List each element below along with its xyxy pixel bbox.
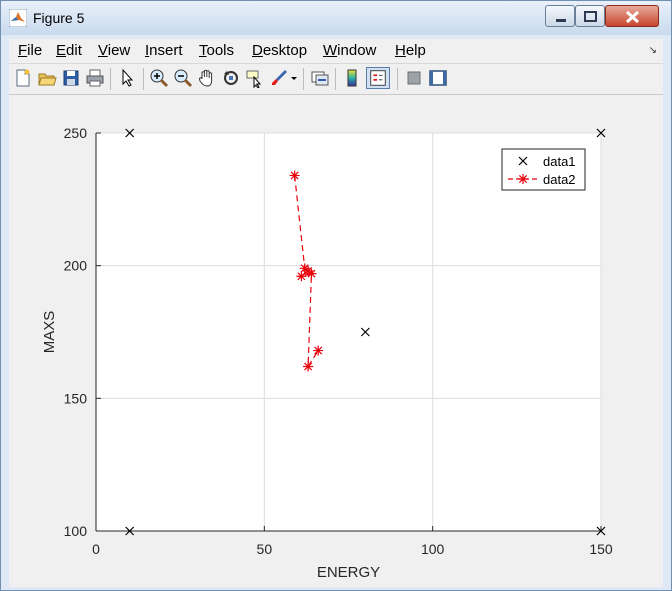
brush-dropdown-icon[interactable] [289,68,299,88]
menu-label-rest: ile [27,42,43,59]
legend-icon[interactable] [366,67,390,89]
print-icon[interactable] [85,68,105,88]
figure-window: Figure 5 ↘ File Edit View Insert Tools Deskto… [0,0,672,591]
menu-item-insert[interactable]: Insert [145,42,183,59]
maximize-button[interactable] [575,5,605,27]
menu-accelerator: D [252,42,263,59]
x-tick-label: 150 [589,541,613,557]
menu-label-rest: ools [206,42,235,59]
zoom-out-icon[interactable] [173,68,193,88]
menu-label-rest: elp [405,42,426,59]
figure-canvas: 0 50 100 150 100 150 200 250 ENERGY MAXS data1 data… [9,95,663,587]
minimize-icon [556,19,566,22]
data2-point [303,361,314,372]
menu-item-tools[interactable]: Tools [199,42,234,59]
y-axis-label: MAXS [41,311,58,354]
legend-data2-marker [518,174,528,184]
menu-item-desktop[interactable]: Desktop [252,42,307,59]
menu-item-edit[interactable]: Edit [56,42,82,59]
data2-point [289,170,300,181]
menu-label-rest: dit [66,42,82,59]
maximize-icon [584,11,597,22]
data2-point [306,268,317,279]
menu-item-view[interactable]: View [98,42,130,59]
plot-area[interactable]: 0 50 100 150 100 150 200 250 ENERGY MAXS data1 data… [9,95,663,587]
matlab-logo-icon [9,9,27,27]
data2-point [296,271,307,282]
new-figure-icon[interactable] [13,68,33,88]
menu-label-rest: esktop [262,42,308,59]
figure-toolbar [9,64,663,95]
y-tick-label: 100 [64,523,88,539]
colorbar-icon[interactable] [342,68,362,88]
menu-item-window[interactable]: Window [323,42,376,59]
x-tick-label: 0 [92,541,100,557]
window-title: Figure 5 [33,10,85,26]
close-icon [625,10,640,24]
menu-accelerator: E [56,42,67,59]
menu-accelerator: V [98,42,108,59]
hide-plot-tools-icon[interactable] [404,68,424,88]
rotate-3d-icon[interactable] [221,68,241,88]
close-button[interactable] [605,5,659,27]
minimize-button[interactable] [545,5,575,27]
legend-data2-label: data2 [543,172,576,187]
legend-data1-label: data1 [543,154,576,169]
menubar-overflow-icon[interactable]: ↘ [649,45,657,56]
save-icon[interactable] [61,68,81,88]
pointer-icon[interactable] [117,68,137,88]
y-tick-label: 250 [64,125,88,141]
menu-bar: ↘ File Edit View Insert Tools Desktop Window He… [9,39,663,64]
data2-point [313,345,324,356]
menu-accelerator: W [323,42,338,59]
menu-label-rest: indow [337,42,377,59]
open-file-icon[interactable] [37,68,57,88]
title-bar[interactable]: Figure 5 [1,1,671,35]
menu-accelerator: F [18,42,28,59]
link-plot-icon[interactable] [310,68,330,88]
menu-accelerator: H [395,42,406,59]
menu-label-rest: iew [107,42,131,59]
y-tick-label: 200 [64,258,88,274]
menu-item-help[interactable]: Help [395,42,426,59]
brush-icon[interactable] [269,68,289,88]
zoom-in-icon[interactable] [149,68,169,88]
menu-label-rest: nsert [149,42,183,59]
y-tick-label: 150 [64,390,88,406]
pan-hand-icon[interactable] [197,68,217,88]
menu-item-file[interactable]: File [18,42,42,59]
axes-background[interactable] [96,133,601,531]
show-plot-tools-icon[interactable] [428,68,448,88]
x-axis-label: ENERGY [317,564,380,581]
data-cursor-icon[interactable] [245,68,265,88]
menu-accelerator: T [199,42,207,59]
x-tick-label: 50 [257,541,273,557]
x-tick-label: 100 [421,541,445,557]
